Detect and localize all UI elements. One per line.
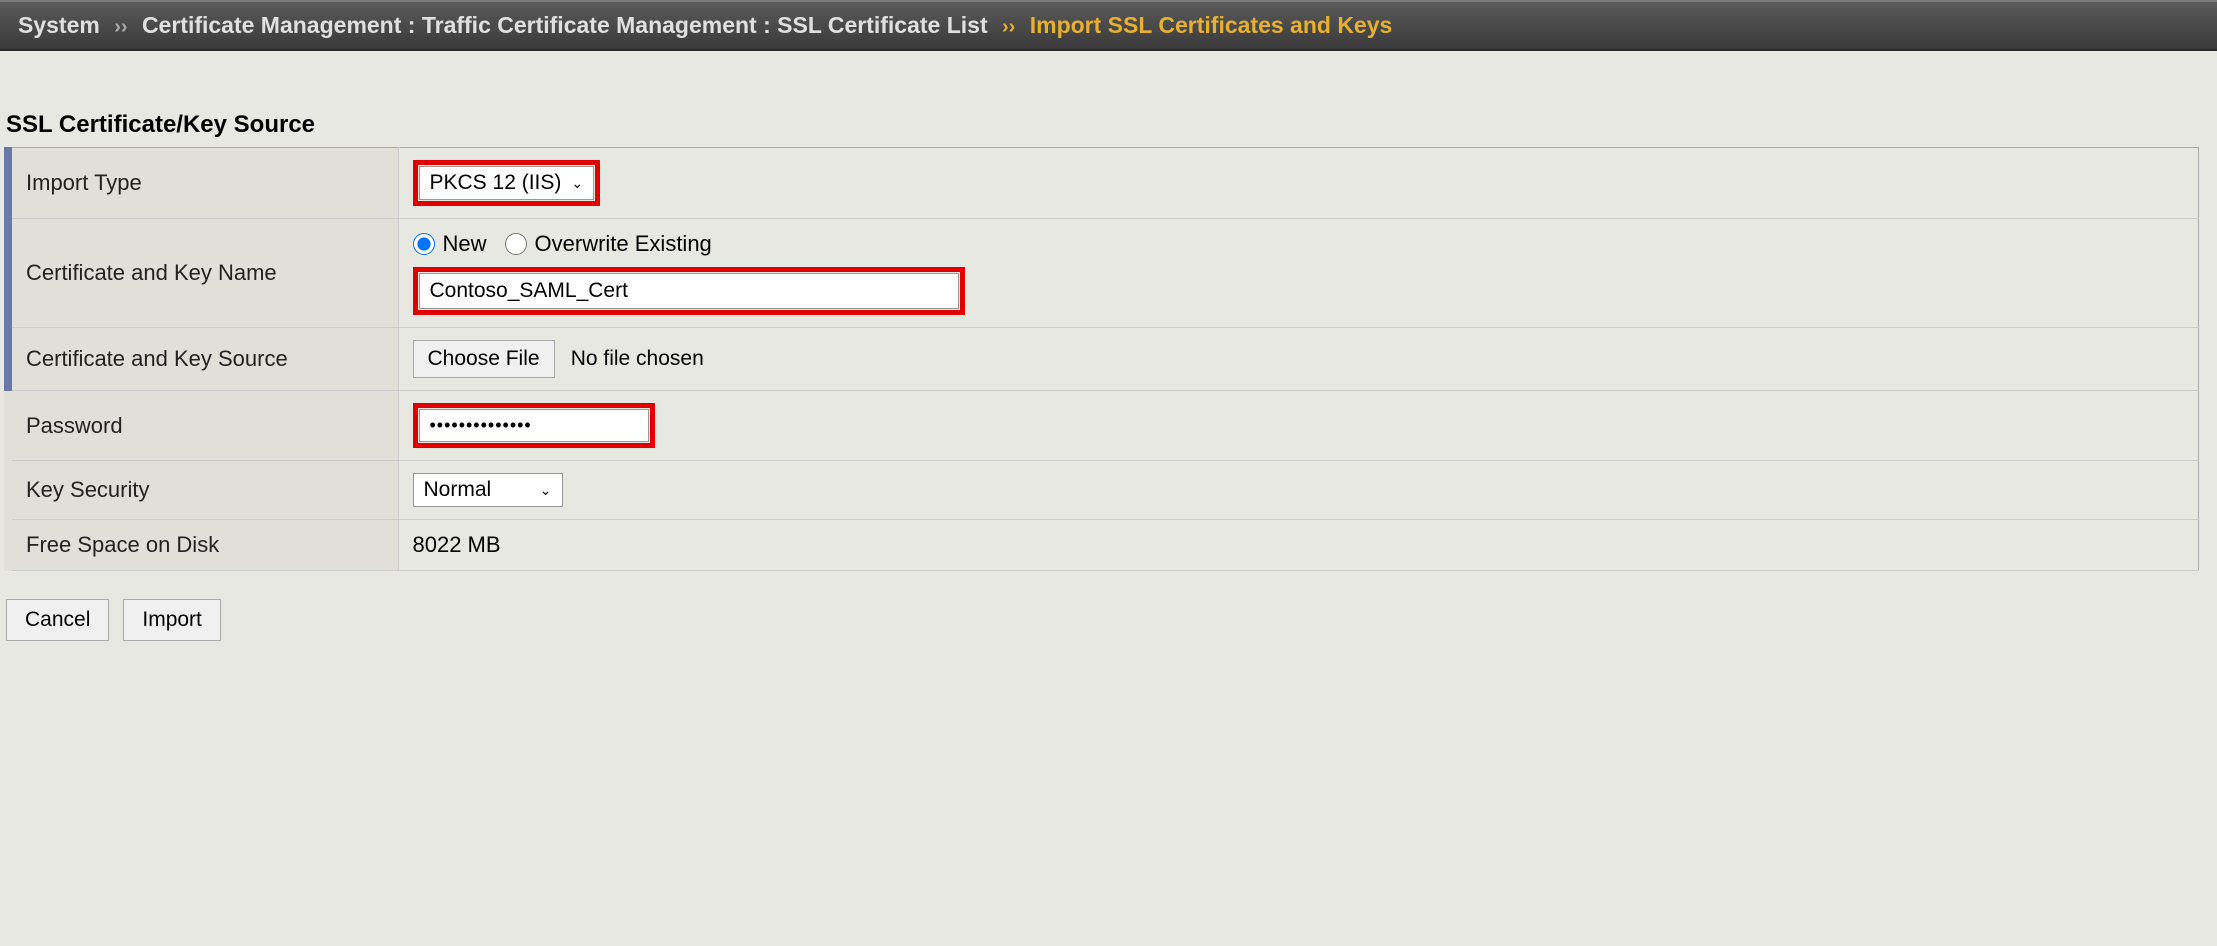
action-bar: Cancel Import [6,599,2217,641]
file-status-text: No file chosen [571,347,704,370]
import-type-highlight: PKCS 12 (IIS) ⌄ [413,160,601,206]
cert-key-name-label: Certificate and Key Name [8,219,398,328]
section-title: SSL Certificate/Key Source [6,111,2217,139]
import-type-label: Import Type [8,148,398,219]
cert-key-name-highlight [413,267,965,315]
cert-key-source-label: Certificate and Key Source [8,328,398,391]
breadcrumb-current: Import SSL Certificates and Keys [1030,12,1393,38]
breadcrumb-separator: ›› [114,16,127,38]
import-type-select[interactable]: PKCS 12 (IIS) ⌄ [419,166,595,200]
password-highlight [413,403,655,448]
choose-file-button[interactable]: Choose File [413,340,555,378]
chevron-down-icon: ⌄ [540,482,552,499]
radio-overwrite[interactable] [505,233,527,255]
import-button[interactable]: Import [123,599,221,641]
breadcrumb-separator: ›› [1002,16,1015,38]
ssl-source-form: Import Type PKCS 12 (IIS) ⌄ Certificate … [4,147,2199,571]
breadcrumb: System ›› Certificate Management : Traff… [0,0,2217,51]
password-input[interactable] [419,409,649,442]
key-security-label: Key Security [8,461,398,520]
cert-key-name-radio-group: New Overwrite Existing [413,231,2184,257]
radio-new-label[interactable]: New [443,231,487,257]
cancel-button[interactable]: Cancel [6,599,109,641]
password-label: Password [8,391,398,461]
chevron-down-icon: ⌄ [571,175,583,192]
key-security-value: Normal [424,478,492,502]
import-type-value: PKCS 12 (IIS) [430,171,562,195]
breadcrumb-path[interactable]: Certificate Management : Traffic Certifi… [142,12,988,38]
key-security-select[interactable]: Normal ⌄ [413,473,563,507]
radio-new[interactable] [413,233,435,255]
breadcrumb-root[interactable]: System [18,12,100,38]
radio-overwrite-label[interactable]: Overwrite Existing [535,231,712,257]
free-space-value: 8022 MB [398,520,2198,571]
free-space-label: Free Space on Disk [8,520,398,571]
cert-key-name-input[interactable] [419,273,959,309]
